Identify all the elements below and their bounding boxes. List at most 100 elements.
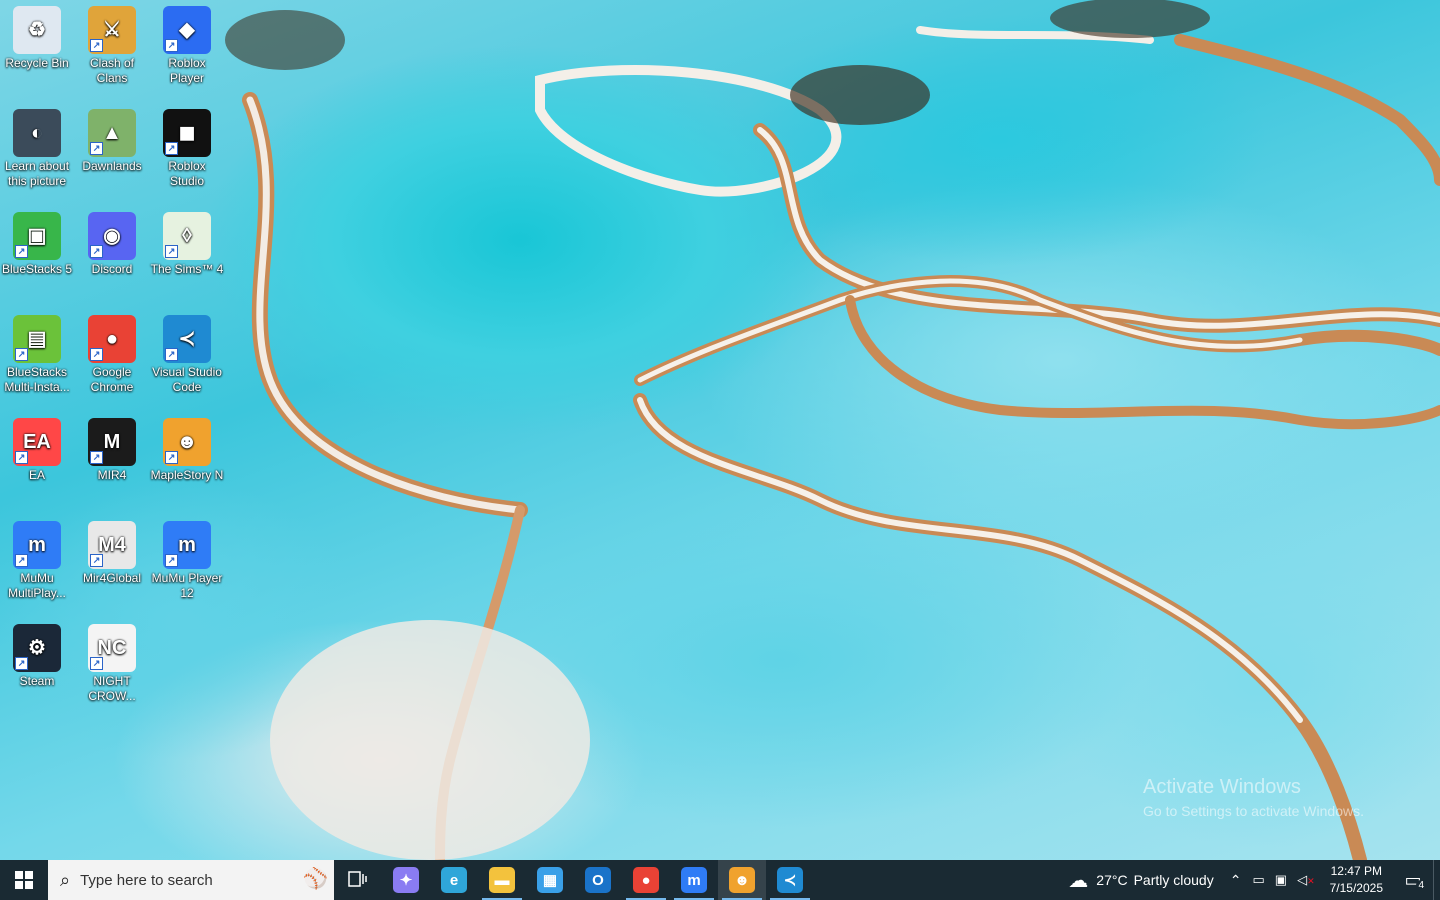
taskbar: ⌕ Type here to search ⚾ ✦ e ▬ ▦ O ● m ☻ ≺ ☁ 27°C… — [0, 860, 1440, 900]
bluestacks-multi-icon: ▤ ↗ — [13, 315, 61, 363]
microsoft-store-icon: ▦ — [537, 867, 563, 893]
desktop-icon[interactable]: M4 ↗ Mir4Global — [75, 515, 149, 586]
desktop-icon-label: The Sims™ 4 — [150, 262, 224, 276]
mumu-multiplayer-icon: m ↗ — [13, 521, 61, 569]
search-placeholder: Type here to search — [80, 871, 213, 889]
shortcut-arrow-icon: ↗ — [90, 348, 103, 361]
desktop-icon-label: MIR4 — [97, 468, 127, 482]
clock-date: 7/15/2025 — [1329, 881, 1383, 895]
desktop-icon[interactable]: ◐ Learn about this picture — [0, 103, 74, 189]
desktop-icon[interactable]: ◼ ↗ Roblox Studio — [150, 103, 224, 189]
desktop-icon[interactable]: ▣ ↗ BlueStacks 5 — [0, 206, 74, 277]
desktop-icon-label: EA — [28, 468, 45, 482]
desktop-icon-label: Steam — [19, 674, 55, 688]
desktop-icon[interactable]: EA ↗ EA — [0, 412, 74, 483]
desktop-icon[interactable]: ◉ ↗ Discord — [75, 206, 149, 277]
network-icon[interactable]: ▣ — [1270, 872, 1292, 888]
taskbar-search-box[interactable]: ⌕ Type here to search ⚾ — [48, 860, 334, 900]
desktop-icon-label: Roblox Player — [168, 56, 206, 85]
shortcut-arrow-icon: ↗ — [90, 39, 103, 52]
weather-widget[interactable]: ☁ 27°C Partly cloudy — [1058, 868, 1223, 893]
watermark-title: Activate Windows — [1143, 776, 1301, 798]
chrome-taskbar-icon: ● — [633, 867, 659, 893]
shortcut-arrow-icon: ↗ — [90, 245, 103, 258]
mumu-taskbar-button[interactable]: m — [670, 860, 718, 900]
desktop-icon[interactable]: ⚙ ↗ Steam — [0, 618, 74, 689]
outlook-button[interactable]: O — [574, 860, 622, 900]
vscode-taskbar-button[interactable]: ≺ — [766, 860, 814, 900]
desktop-icon-label: Visual Studio Code — [152, 365, 222, 394]
search-icon: ⌕ — [60, 869, 71, 890]
shortcut-arrow-icon: ↗ — [90, 657, 103, 670]
start-button[interactable] — [0, 860, 48, 900]
partly-cloudy-night-icon: ☁ — [1068, 869, 1089, 892]
roblox-studio-icon: ◼ ↗ — [163, 109, 211, 157]
desktop-icon-label: MuMu MultiPlay... — [8, 571, 66, 600]
desktop-icon[interactable]: ◆ ↗ Roblox Player — [150, 0, 224, 86]
mir4global-icon: M4 ↗ — [88, 521, 136, 569]
shortcut-arrow-icon: ↗ — [15, 657, 28, 670]
desktop-icon[interactable]: NC ↗ NIGHT CROW... — [75, 618, 149, 704]
edge-button[interactable]: e — [430, 860, 478, 900]
desktop-icon[interactable]: ◊ ↗ The Sims™ 4 — [150, 206, 224, 277]
clock-time: 12:47 PM — [1330, 864, 1382, 878]
desktop-icon-label: MuMu Player 12 — [151, 571, 223, 600]
task-view-button[interactable] — [334, 860, 382, 900]
ea-icon: EA ↗ — [13, 418, 61, 466]
show-hidden-icons-chevron-icon[interactable]: ⌃ — [1224, 872, 1248, 889]
chrome-taskbar-button[interactable]: ● — [622, 860, 670, 900]
windows-logo-icon — [15, 871, 33, 889]
taskbar-pinned-apps: ✦ e ▬ ▦ O ● m ☻ ≺ — [382, 860, 814, 900]
steam-icon: ⚙ ↗ — [13, 624, 61, 672]
shortcut-arrow-icon: ↗ — [165, 348, 178, 361]
shortcut-arrow-icon: ↗ — [90, 142, 103, 155]
copilot-button[interactable]: ✦ — [382, 860, 430, 900]
desktop-icon[interactable]: ⚔ ↗ Clash of Clans — [75, 0, 149, 86]
clash-of-clans-icon: ⚔ ↗ — [88, 6, 136, 54]
clock[interactable]: 12:47 PM 7/15/2025 — [1320, 863, 1393, 897]
notification-center-button[interactable]: ▭ 4 — [1393, 860, 1433, 900]
desktop-icon[interactable]: ♻ Recycle Bin — [0, 0, 74, 71]
system-tray: ☁ 27°C Partly cloudy ⌃ ▭ ▣ ◁✕ 12:47 PM 7… — [1058, 860, 1440, 900]
notification-count-badge: 4 — [1416, 880, 1426, 891]
mumu-taskbar-icon: m — [681, 867, 707, 893]
desktop-icon[interactable]: ☻ ↗ MapleStory N — [150, 412, 224, 483]
sims4-icon: ◊ ↗ — [163, 212, 211, 260]
microsoft-store-button[interactable]: ▦ — [526, 860, 574, 900]
night-crows-icon: NC ↗ — [88, 624, 136, 672]
shortcut-arrow-icon: ↗ — [15, 554, 28, 567]
activate-windows-watermark: Activate Windows Go to Settings to activ… — [1143, 776, 1364, 819]
show-desktop-button[interactable] — [1433, 860, 1440, 900]
shortcut-arrow-icon: ↗ — [165, 39, 178, 52]
desktop-icon-label: Recycle Bin — [5, 56, 69, 70]
recycle-bin-icon: ♻ — [13, 6, 61, 54]
dawnlands-icon: ▲ ↗ — [88, 109, 136, 157]
shortcut-arrow-icon: ↗ — [165, 451, 178, 464]
weather-condition: Partly cloudy — [1133, 872, 1214, 888]
shortcut-arrow-icon: ↗ — [165, 554, 178, 567]
meet-now-icon[interactable]: ▭ — [1247, 872, 1269, 888]
desktop-icon-label: BlueStacks 5 — [1, 262, 73, 276]
desktop-icon[interactable]: ▤ ↗ BlueStacks Multi-Insta... — [0, 309, 74, 395]
desktop-icon[interactable]: ≺ ↗ Visual Studio Code — [150, 309, 224, 395]
shortcut-arrow-icon: ↗ — [90, 451, 103, 464]
search-highlight-icon: ⚾ — [303, 868, 328, 890]
file-explorer-icon: ▬ — [489, 867, 515, 893]
roblox-player-icon: ◆ ↗ — [163, 6, 211, 54]
maplestory-taskbar-button[interactable]: ☻ — [718, 860, 766, 900]
mumu-player12-icon: m ↗ — [163, 521, 211, 569]
shortcut-arrow-icon: ↗ — [165, 142, 178, 155]
maplestory-taskbar-icon: ☻ — [729, 867, 755, 893]
desktop-icon[interactable]: m ↗ MuMu Player 12 — [150, 515, 224, 601]
shortcut-arrow-icon: ↗ — [90, 554, 103, 567]
volume-muted-icon[interactable]: ◁✕ — [1292, 872, 1320, 888]
discord-icon: ◉ ↗ — [88, 212, 136, 260]
desktop-icon[interactable]: ▲ ↗ Dawnlands — [75, 103, 149, 174]
desktop-icon[interactable]: ● ↗ Google Chrome — [75, 309, 149, 395]
desktop-icon-label: Clash of Clans — [89, 56, 135, 85]
desktop-icon[interactable]: m ↗ MuMu MultiPlay... — [0, 515, 74, 601]
desktop-icon-label: Roblox Studio — [168, 159, 206, 188]
file-explorer-button[interactable]: ▬ — [478, 860, 526, 900]
desktop-icon-label: BlueStacks Multi-Insta... — [4, 365, 70, 394]
desktop-icon[interactable]: M ↗ MIR4 — [75, 412, 149, 483]
